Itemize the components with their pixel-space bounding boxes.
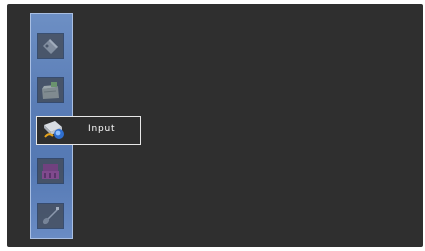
tag-label-icon: [38, 34, 63, 58]
guitar-music-icon: [38, 204, 63, 228]
theater-seats-icon: [38, 159, 63, 183]
menu-item-box[interactable]: [37, 77, 64, 103]
menu-item-guitar[interactable]: [37, 203, 64, 229]
menu-item-tag[interactable]: [37, 33, 64, 59]
menu-item-label: Input: [88, 124, 116, 134]
menu-item-input-selected[interactable]: Input: [36, 116, 141, 145]
input-source-icon: [44, 121, 64, 139]
menu-item-theater[interactable]: [37, 158, 64, 184]
tv-screen: Input: [7, 4, 423, 247]
box-tray-icon: [38, 78, 63, 102]
